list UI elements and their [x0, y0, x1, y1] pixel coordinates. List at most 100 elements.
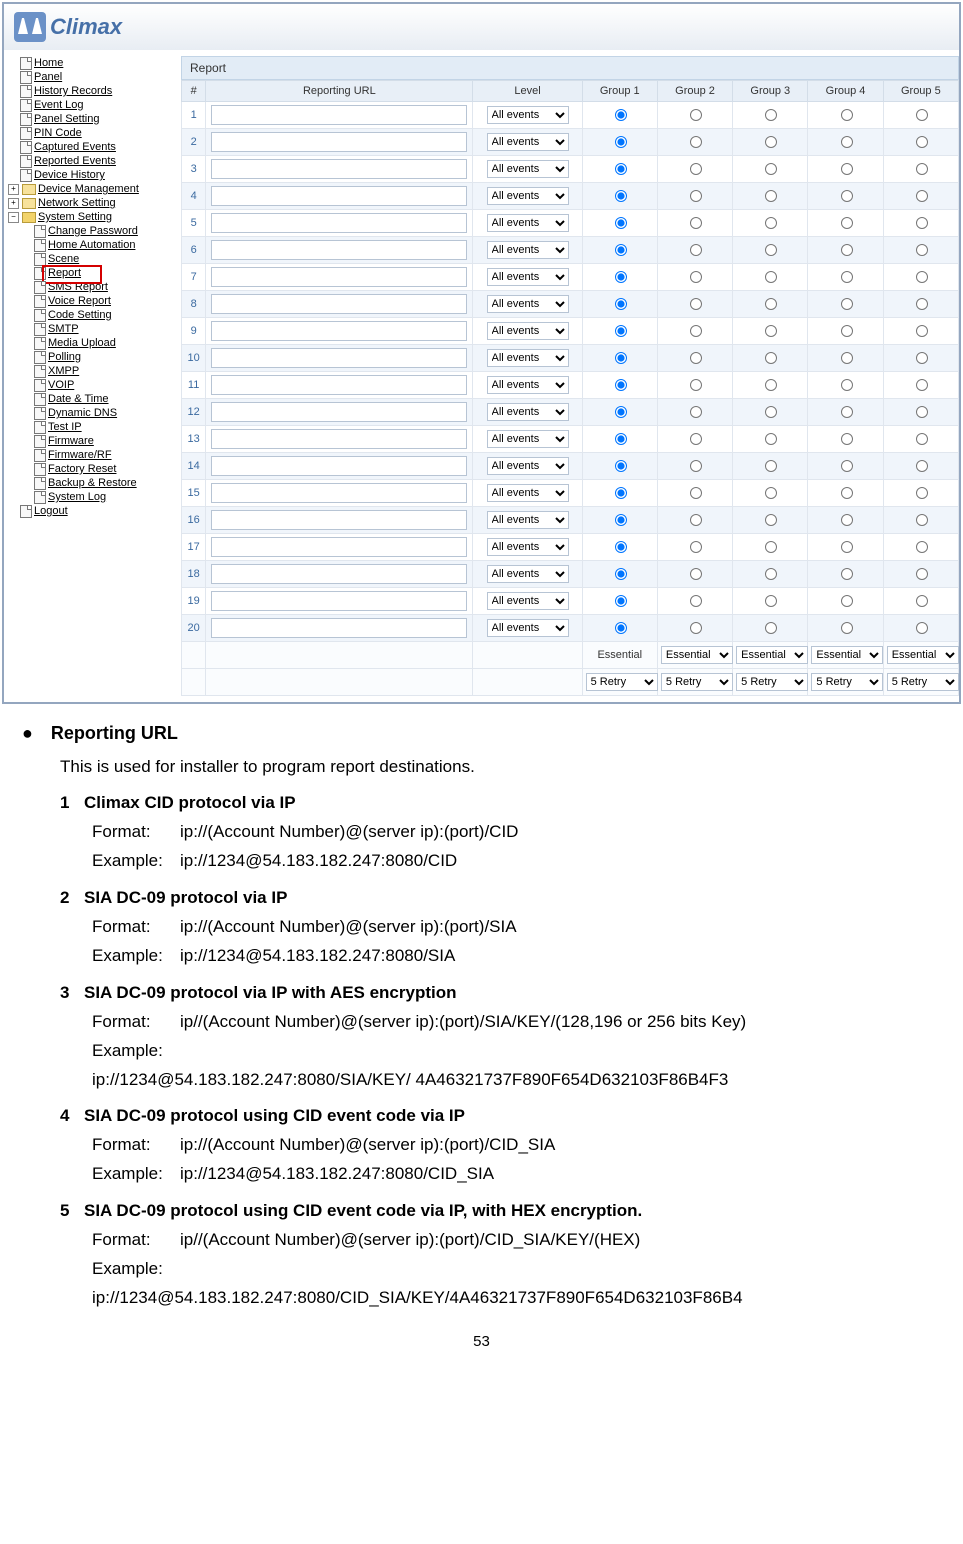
group1-radio[interactable] [615, 109, 627, 121]
group4-radio[interactable] [841, 433, 853, 445]
reporting-url-input[interactable] [211, 240, 467, 260]
group4-radio[interactable] [841, 595, 853, 607]
level-select[interactable]: All events [487, 106, 569, 124]
sidebar-item-reported-events[interactable]: Reported Events [6, 154, 171, 168]
group5-radio[interactable] [916, 460, 928, 472]
sidebar-item-code-setting[interactable]: Code Setting [6, 308, 171, 322]
level-select[interactable]: All events [487, 511, 569, 529]
group3-radio[interactable] [765, 325, 777, 337]
tree-expander-icon[interactable]: + [8, 184, 19, 195]
group2-radio[interactable] [690, 136, 702, 148]
sidebar-item-factory-reset[interactable]: Factory Reset [6, 462, 171, 476]
group3-radio[interactable] [765, 379, 777, 391]
sidebar-item-event-log[interactable]: Event Log [6, 98, 171, 112]
retry-select[interactable]: 5 Retry [736, 673, 808, 691]
sidebar-item-system-setting[interactable]: −System Setting [6, 210, 171, 224]
group5-radio[interactable] [916, 541, 928, 553]
level-select[interactable]: All events [487, 133, 569, 151]
sidebar-item-media-upload[interactable]: Media Upload [6, 336, 171, 350]
level-select[interactable]: All events [487, 430, 569, 448]
sidebar-item-captured-events[interactable]: Captured Events [6, 140, 171, 154]
reporting-url-input[interactable] [211, 456, 467, 476]
group1-radio[interactable] [615, 406, 627, 418]
retry-select[interactable]: 5 Retry [661, 673, 733, 691]
reporting-url-input[interactable] [211, 618, 467, 638]
tree-expander-icon[interactable]: − [8, 212, 19, 223]
group1-radio[interactable] [615, 433, 627, 445]
group5-radio[interactable] [916, 568, 928, 580]
group1-radio[interactable] [615, 190, 627, 202]
group4-radio[interactable] [841, 514, 853, 526]
group4-radio[interactable] [841, 271, 853, 283]
group2-radio[interactable] [690, 622, 702, 634]
group4-radio[interactable] [841, 568, 853, 580]
level-select[interactable]: All events [487, 457, 569, 475]
group4-radio[interactable] [841, 298, 853, 310]
group2-radio[interactable] [690, 325, 702, 337]
group2-radio[interactable] [690, 217, 702, 229]
reporting-url-input[interactable] [211, 591, 467, 611]
level-select[interactable]: All events [487, 592, 569, 610]
group5-radio[interactable] [916, 433, 928, 445]
group3-radio[interactable] [765, 352, 777, 364]
group4-radio[interactable] [841, 541, 853, 553]
sidebar-item-panel[interactable]: Panel [6, 70, 171, 84]
sidebar-item-polling[interactable]: Polling [6, 350, 171, 364]
reporting-url-input[interactable] [211, 483, 467, 503]
essential-select[interactable]: Essential [887, 646, 959, 664]
group1-radio[interactable] [615, 325, 627, 337]
level-select[interactable]: All events [487, 538, 569, 556]
group4-radio[interactable] [841, 244, 853, 256]
reporting-url-input[interactable] [211, 213, 467, 233]
group5-radio[interactable] [916, 109, 928, 121]
level-select[interactable]: All events [487, 160, 569, 178]
group3-radio[interactable] [765, 568, 777, 580]
group3-radio[interactable] [765, 190, 777, 202]
level-select[interactable]: All events [487, 295, 569, 313]
group1-radio[interactable] [615, 352, 627, 364]
reporting-url-input[interactable] [211, 375, 467, 395]
sidebar-item-firmware[interactable]: Firmware [6, 434, 171, 448]
group4-radio[interactable] [841, 460, 853, 472]
group4-radio[interactable] [841, 622, 853, 634]
group2-radio[interactable] [690, 271, 702, 283]
group2-radio[interactable] [690, 433, 702, 445]
group4-radio[interactable] [841, 190, 853, 202]
group2-radio[interactable] [690, 487, 702, 499]
group3-radio[interactable] [765, 595, 777, 607]
group3-radio[interactable] [765, 406, 777, 418]
reporting-url-input[interactable] [211, 186, 467, 206]
group1-radio[interactable] [615, 271, 627, 283]
reporting-url-input[interactable] [211, 105, 467, 125]
group4-radio[interactable] [841, 352, 853, 364]
group5-radio[interactable] [916, 217, 928, 229]
sidebar-item-home[interactable]: Home [6, 56, 171, 70]
group1-radio[interactable] [615, 298, 627, 310]
group2-radio[interactable] [690, 109, 702, 121]
sidebar-item-scene[interactable]: Scene [6, 252, 171, 266]
group2-radio[interactable] [690, 460, 702, 472]
level-select[interactable]: All events [487, 241, 569, 259]
group3-radio[interactable] [765, 460, 777, 472]
retry-select[interactable]: 5 Retry [887, 673, 959, 691]
group3-radio[interactable] [765, 244, 777, 256]
sidebar-item-pin-code[interactable]: PIN Code [6, 126, 171, 140]
group4-radio[interactable] [841, 136, 853, 148]
sidebar-item-xmpp[interactable]: XMPP [6, 364, 171, 378]
reporting-url-input[interactable] [211, 267, 467, 287]
sidebar-item-report[interactable]: Report [6, 266, 171, 280]
level-select[interactable]: All events [487, 565, 569, 583]
group3-radio[interactable] [765, 541, 777, 553]
group1-radio[interactable] [615, 568, 627, 580]
sidebar-item-smtp[interactable]: SMTP [6, 322, 171, 336]
essential-select[interactable]: Essential [811, 646, 883, 664]
level-select[interactable]: All events [487, 619, 569, 637]
sidebar-item-system-log[interactable]: System Log [6, 490, 171, 504]
essential-select[interactable]: Essential [736, 646, 808, 664]
group2-radio[interactable] [690, 244, 702, 256]
group3-radio[interactable] [765, 217, 777, 229]
group3-radio[interactable] [765, 136, 777, 148]
group2-radio[interactable] [690, 190, 702, 202]
group3-radio[interactable] [765, 298, 777, 310]
reporting-url-input[interactable] [211, 348, 467, 368]
